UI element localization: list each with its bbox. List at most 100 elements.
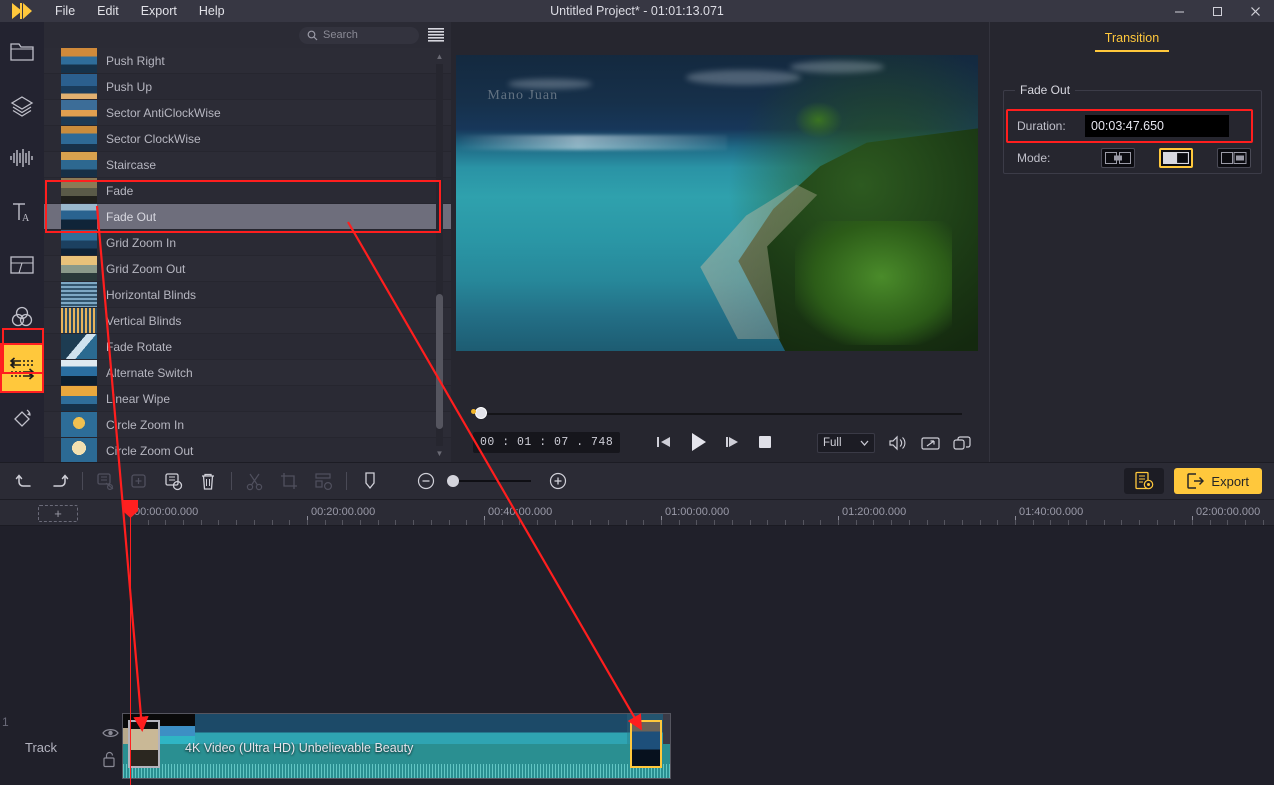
sidebar-item-media-library[interactable] bbox=[0, 22, 44, 80]
video-preview[interactable]: Mano Juan bbox=[456, 55, 978, 351]
step-forward-icon[interactable] bbox=[725, 435, 740, 449]
zoom-out-button[interactable] bbox=[409, 462, 443, 500]
snapshot-icon[interactable] bbox=[953, 436, 971, 451]
scrollbar-thumb[interactable] bbox=[436, 294, 443, 429]
transition-list-item[interactable]: Sector ClockWise bbox=[44, 126, 451, 152]
zoom-slider-track[interactable] bbox=[447, 480, 531, 482]
transition-list-item[interactable]: Horizontal Blinds bbox=[44, 282, 451, 308]
transition-list-item[interactable]: Alternate Switch bbox=[44, 360, 451, 386]
ruler-tick-minor bbox=[661, 520, 662, 525]
seek-handle[interactable] bbox=[475, 407, 487, 419]
add-track-button[interactable]: + bbox=[38, 505, 78, 522]
marker-button[interactable] bbox=[353, 462, 387, 500]
transition-list-item[interactable]: Circle Zoom In bbox=[44, 412, 451, 438]
seek-bar[interactable] bbox=[451, 403, 989, 425]
transition-label: Alternate Switch bbox=[106, 366, 193, 380]
copy-properties-icon bbox=[164, 472, 184, 491]
unlock-icon[interactable] bbox=[102, 751, 117, 771]
transition-list-item[interactable]: Grid Zoom In bbox=[44, 230, 451, 256]
ruler-tick-minor bbox=[750, 520, 751, 525]
zoom-slider-handle[interactable] bbox=[447, 475, 459, 487]
transition-thumbnail bbox=[61, 204, 97, 229]
redo-button[interactable] bbox=[42, 462, 76, 500]
sidebar-item-split-screen[interactable] bbox=[0, 239, 44, 291]
seek-track[interactable] bbox=[478, 413, 962, 415]
transition-label: Linear Wipe bbox=[106, 392, 170, 406]
transition-list-item[interactable]: Fade Out bbox=[44, 204, 451, 230]
ruler-tick-minor bbox=[466, 520, 467, 525]
cut-button[interactable] bbox=[238, 462, 272, 500]
tab-transition[interactable]: Transition bbox=[1095, 31, 1169, 52]
transition-thumbnail bbox=[61, 438, 97, 462]
stop-icon[interactable] bbox=[758, 435, 772, 449]
export-button[interactable]: Export bbox=[1174, 468, 1262, 494]
layout-button[interactable] bbox=[306, 462, 340, 500]
transition-list-item[interactable]: Push Right bbox=[44, 48, 451, 74]
transition-list-item[interactable]: Vertical Blinds bbox=[44, 308, 451, 334]
sidebar-item-text[interactable]: A bbox=[0, 184, 44, 239]
close-button[interactable] bbox=[1236, 0, 1274, 22]
ruler-tick-minor bbox=[962, 520, 963, 525]
track-number: 1 bbox=[2, 715, 9, 729]
mode-overlap-center-button[interactable] bbox=[1101, 148, 1135, 168]
title-bar: File Edit Export Help Untitled Project* … bbox=[0, 0, 1274, 22]
crop-button[interactable] bbox=[272, 462, 306, 500]
duplicate-button[interactable] bbox=[123, 462, 157, 500]
sidebar-item-audio[interactable] bbox=[0, 132, 44, 184]
step-back-icon[interactable] bbox=[656, 435, 671, 449]
duration-input[interactable]: 00:03:47.650 bbox=[1085, 115, 1229, 137]
plus-circle-icon bbox=[549, 472, 567, 490]
mode-overlap-left-button[interactable] bbox=[1159, 148, 1193, 168]
copy-properties-button[interactable] bbox=[157, 462, 191, 500]
transition-thumbnail bbox=[61, 152, 97, 177]
transition-list-item[interactable]: Circle Zoom Out bbox=[44, 438, 451, 462]
quality-select[interactable]: Full bbox=[817, 433, 875, 453]
sidebar-item-overlays[interactable] bbox=[0, 80, 44, 132]
timeline-ruler[interactable]: + 00:00:00.00000:20:00.00000:40:00.00001… bbox=[0, 500, 1274, 526]
scroll-down-arrow[interactable]: ▼ bbox=[435, 449, 444, 458]
maximize-button[interactable] bbox=[1198, 0, 1236, 22]
transitions-list[interactable]: Push RightPush UpSector AntiClockWiseSec… bbox=[44, 48, 451, 462]
transition-list-item[interactable]: Linear Wipe bbox=[44, 386, 451, 412]
transition-list-item[interactable]: Sector AntiClockWise bbox=[44, 100, 451, 126]
transition-list-item[interactable]: Fade Rotate bbox=[44, 334, 451, 360]
mode-overlap-right-button[interactable] bbox=[1217, 148, 1251, 168]
minimize-button[interactable] bbox=[1160, 0, 1198, 22]
split-cut-button[interactable] bbox=[89, 462, 123, 500]
zoom-in-button[interactable] bbox=[541, 462, 575, 500]
transition-list-item[interactable]: Grid Zoom Out bbox=[44, 256, 451, 282]
sidebar-item-motion[interactable] bbox=[0, 393, 44, 445]
sidebar-item-filters[interactable] bbox=[0, 291, 44, 343]
sidebar-item-transitions[interactable] bbox=[0, 343, 44, 393]
clip-transition-end[interactable] bbox=[630, 720, 662, 768]
search-input[interactable]: Search bbox=[299, 27, 419, 44]
scroll-up-arrow[interactable]: ▲ bbox=[435, 52, 444, 61]
eye-icon[interactable] bbox=[102, 727, 119, 742]
list-view-icon[interactable] bbox=[427, 27, 445, 43]
zoom-slider[interactable] bbox=[447, 480, 531, 482]
current-timecode[interactable]: 00 : 01 : 07 . 748 bbox=[473, 432, 620, 453]
transition-list-item[interactable]: Staircase bbox=[44, 152, 451, 178]
volume-icon[interactable] bbox=[888, 435, 908, 451]
app-logo-icon bbox=[0, 0, 44, 22]
mode-label: Mode: bbox=[1017, 151, 1075, 165]
fullscreen-icon[interactable] bbox=[921, 436, 940, 451]
menu-file[interactable]: File bbox=[44, 2, 86, 20]
delete-button[interactable] bbox=[191, 462, 225, 500]
ruler-tick-minor bbox=[1104, 520, 1105, 525]
timeline-clip[interactable]: 4K Video (Ultra HD) Unbelievable Beauty bbox=[122, 713, 671, 779]
duration-label: Duration: bbox=[1017, 119, 1085, 133]
menu-export[interactable]: Export bbox=[130, 2, 188, 20]
undo-button[interactable] bbox=[8, 462, 42, 500]
clip-transition-start[interactable] bbox=[128, 720, 160, 768]
transition-list-item[interactable]: Fade bbox=[44, 178, 451, 204]
transitions-scrollbar[interactable]: ▲ ▼ bbox=[436, 54, 443, 456]
playhead[interactable] bbox=[130, 500, 131, 785]
menu-edit[interactable]: Edit bbox=[86, 2, 130, 20]
project-settings-button[interactable] bbox=[1124, 468, 1164, 494]
play-icon[interactable] bbox=[689, 432, 707, 452]
menu-help[interactable]: Help bbox=[188, 2, 236, 20]
transition-list-item[interactable]: Push Up bbox=[44, 74, 451, 100]
transition-thumbnail bbox=[61, 178, 97, 203]
rotate-cube-icon bbox=[8, 406, 36, 432]
